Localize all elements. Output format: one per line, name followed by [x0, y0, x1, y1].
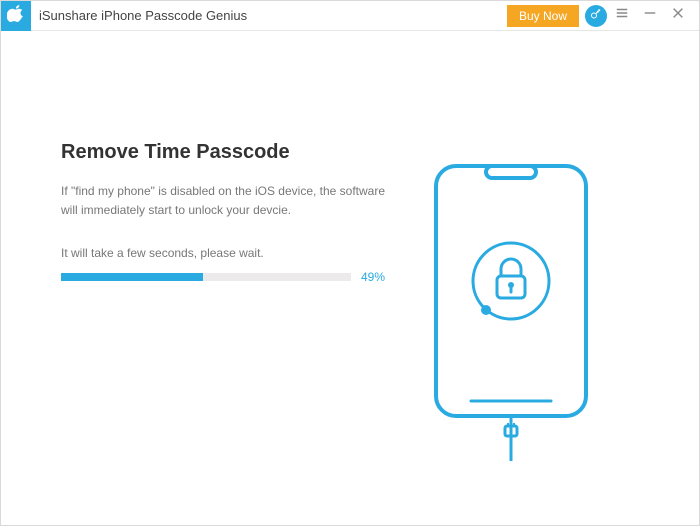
- window-controls: [615, 9, 699, 23]
- buy-now-button[interactable]: Buy Now: [507, 5, 579, 27]
- key-icon: [590, 7, 602, 25]
- minimize-icon: [643, 6, 657, 25]
- close-icon: [671, 6, 685, 25]
- titlebar: iSunshare iPhone Passcode Genius Buy Now: [1, 1, 699, 31]
- app-window: iSunshare iPhone Passcode Genius Buy Now: [0, 0, 700, 526]
- register-key-button[interactable]: [585, 5, 607, 27]
- apple-logo-icon: [7, 4, 25, 27]
- progress-row: 49%: [61, 270, 401, 284]
- app-logo: [1, 1, 31, 31]
- app-title: iSunshare iPhone Passcode Genius: [39, 8, 247, 23]
- progress-bar: [61, 273, 351, 281]
- main-content: Remove Time Passcode If "find my phone" …: [1, 31, 699, 525]
- right-illustration: [401, 141, 591, 485]
- progress-fill: [61, 273, 203, 281]
- wait-text: It will take a few seconds, please wait.: [61, 246, 401, 260]
- description-text: If "find my phone" is disabled on the iO…: [61, 182, 391, 220]
- left-pane: Remove Time Passcode If "find my phone" …: [61, 141, 401, 485]
- progress-percent-label: 49%: [361, 270, 385, 284]
- close-button[interactable]: [671, 9, 685, 23]
- minimize-button[interactable]: [643, 9, 657, 23]
- page-heading: Remove Time Passcode: [61, 141, 401, 164]
- hamburger-icon: [615, 6, 629, 25]
- phone-lock-icon: [431, 161, 591, 466]
- menu-button[interactable]: [615, 9, 629, 23]
